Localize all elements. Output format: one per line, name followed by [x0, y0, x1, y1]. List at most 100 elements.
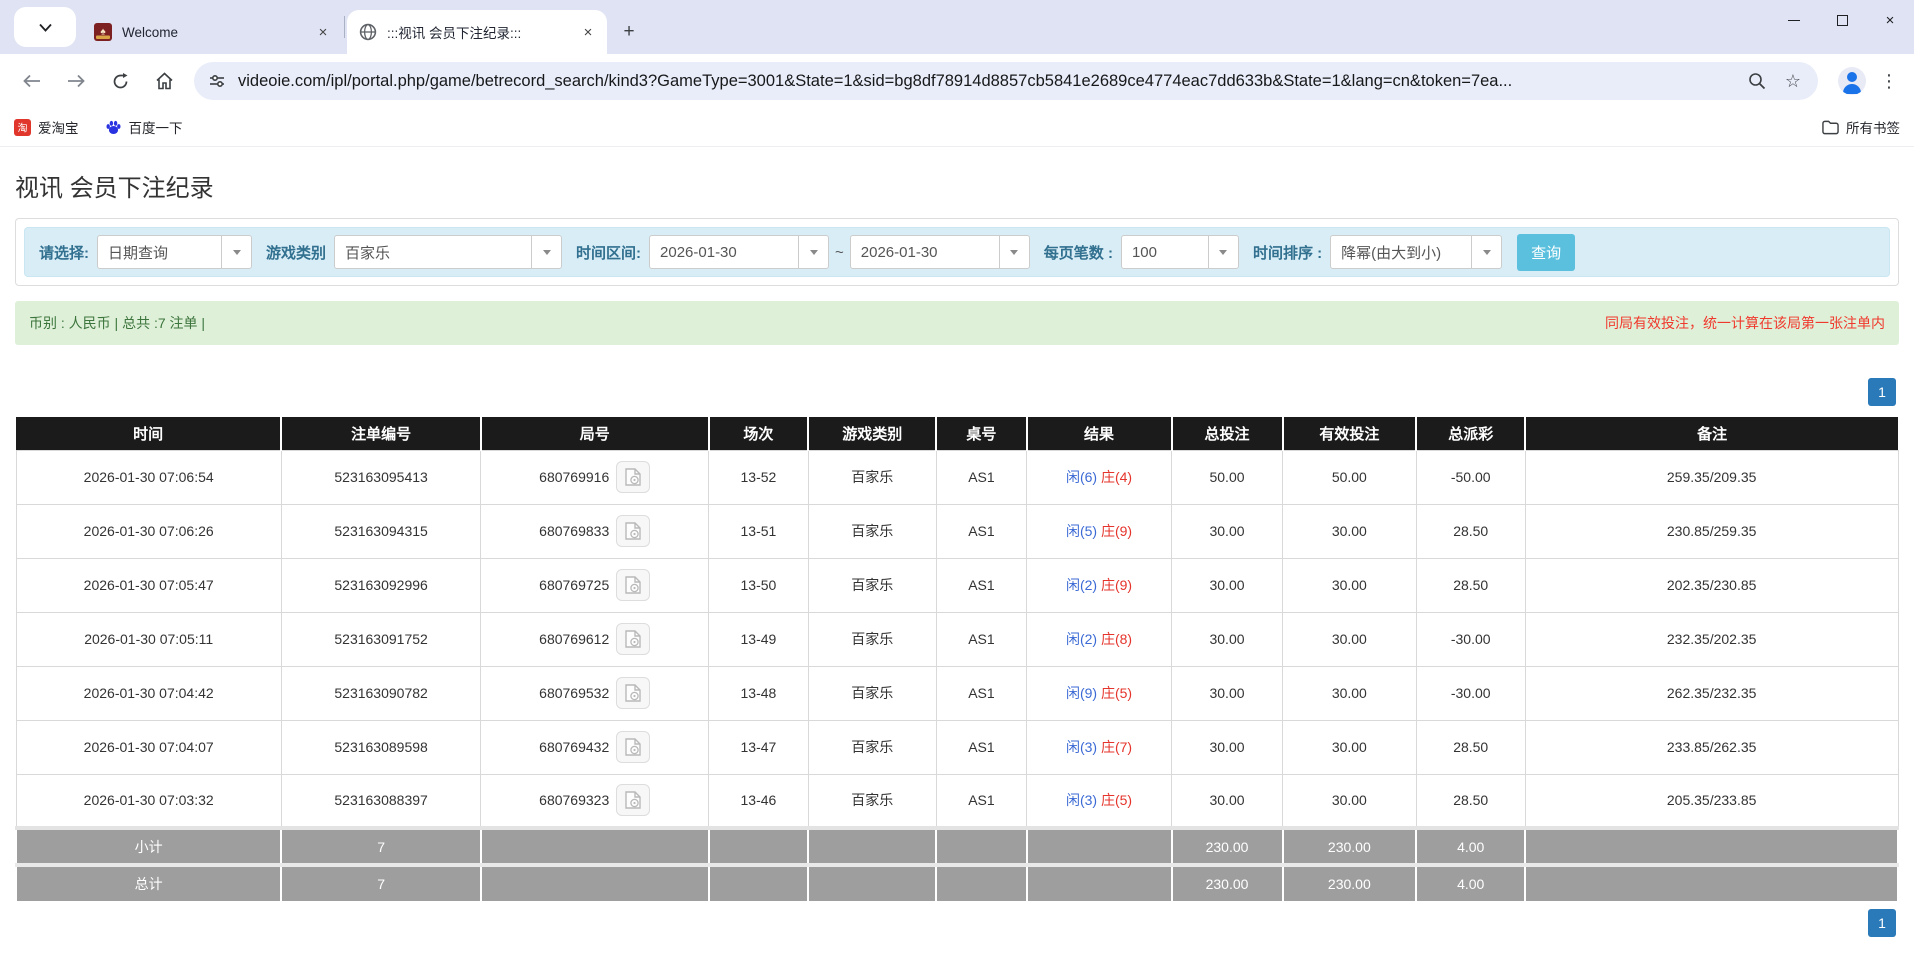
cell-remark: 262.35/232.35: [1525, 666, 1898, 720]
currency-total-text: 币别 : 人民币 | 总共 :7 注单 |: [29, 313, 205, 333]
zoom-page-button[interactable]: [1744, 68, 1770, 94]
date-range-label: 时间区间:: [576, 242, 641, 263]
round-number-text: 680769323: [539, 792, 609, 808]
table-row: 2026-01-30 07:05:11523163091752680769612…: [16, 612, 1898, 666]
cell-total-bet[interactable]: 30.00: [1172, 612, 1283, 666]
chevron-down-icon[interactable]: [531, 236, 561, 268]
column-header: 桌号: [936, 417, 1026, 450]
page-content: 视讯 会员下注纪录 请选择: 日期查询 游戏类别 百家乐 时间区间: 2026-…: [0, 168, 1914, 937]
chevron-down-icon[interactable]: [1471, 236, 1501, 268]
video-film-icon: [625, 738, 641, 756]
cell-session: 13-46: [709, 774, 809, 828]
cell-valid-bet: 30.00: [1283, 720, 1417, 774]
cell-result: 闲(3) 庄(5): [1027, 774, 1172, 828]
cell-payout: 28.50: [1416, 504, 1525, 558]
date-from-select[interactable]: 2026-01-30: [649, 235, 829, 269]
round-number-text: 680769833: [539, 523, 609, 539]
browser-tab-betrecord[interactable]: :::视讯 会员下注纪录::: ×: [347, 10, 607, 54]
cell-total-bet[interactable]: 30.00: [1172, 720, 1283, 774]
time-sort-select[interactable]: 降幂(由大到小): [1330, 235, 1502, 269]
pagination-page-1-button[interactable]: 1: [1868, 378, 1896, 406]
browser-tab-welcome[interactable]: ♠ Welcome ×: [82, 10, 342, 54]
video-film-icon: [625, 576, 641, 594]
site-settings-tune-icon[interactable]: [206, 70, 228, 92]
cell-bet-number: 523163089598: [281, 720, 480, 774]
reload-button[interactable]: [101, 62, 139, 100]
video-replay-button[interactable]: [616, 569, 650, 601]
table-row: 2026-01-30 07:06:54523163095413680769916…: [16, 450, 1898, 504]
column-header: 总投注: [1172, 417, 1283, 450]
cell-total-bet[interactable]: 30.00: [1172, 666, 1283, 720]
chevron-down-icon[interactable]: [1208, 236, 1238, 268]
cell-bet-number: 523163092996: [281, 558, 480, 612]
forward-button[interactable]: [57, 62, 95, 100]
home-button[interactable]: [145, 62, 183, 100]
video-replay-button[interactable]: [616, 784, 650, 816]
cell-total-bet[interactable]: 30.00: [1172, 504, 1283, 558]
back-arrow-icon: [23, 74, 41, 88]
maximize-icon: [1837, 15, 1848, 26]
round-number-text: 680769916: [539, 469, 609, 485]
cell-total-bet[interactable]: 30.00: [1172, 774, 1283, 828]
baidu-paw-icon: [105, 119, 122, 136]
browser-toolbar: videoie.com/ipl/portal.php/game/betrecor…: [0, 54, 1914, 108]
cell-round-number: 680769432: [481, 720, 709, 774]
video-replay-button[interactable]: [616, 515, 650, 547]
summary-cell-0: 小计: [16, 828, 281, 865]
summary-cell-1: 7: [281, 828, 480, 865]
summary-cell-10: [1525, 828, 1898, 865]
chevron-down-icon[interactable]: [221, 236, 251, 268]
tab-search-chevron-button[interactable]: [14, 7, 76, 47]
per-page-value: 100: [1122, 244, 1208, 261]
result-player: 闲(9): [1066, 685, 1097, 701]
cell-total-bet[interactable]: 30.00: [1172, 558, 1283, 612]
window-minimize-button[interactable]: [1770, 0, 1818, 40]
query-type-select[interactable]: 日期查询: [97, 235, 252, 269]
window-close-button[interactable]: ×: [1866, 0, 1914, 40]
summary-cell-4: [808, 828, 936, 865]
cell-total-bet[interactable]: 50.00: [1172, 450, 1283, 504]
chevron-down-icon[interactable]: [798, 236, 828, 268]
tab-close-icon[interactable]: ×: [579, 23, 597, 41]
cell-payout: 28.50: [1416, 558, 1525, 612]
per-page-select[interactable]: 100: [1121, 235, 1239, 269]
cell-result: 闲(5) 庄(9): [1027, 504, 1172, 558]
chevron-down-icon[interactable]: [999, 236, 1029, 268]
result-player: 闲(5): [1066, 523, 1097, 539]
browser-menu-button[interactable]: ⋮: [1874, 66, 1904, 96]
cell-table-number: AS1: [936, 612, 1026, 666]
cell-valid-bet: 30.00: [1283, 666, 1417, 720]
video-replay-button[interactable]: [616, 731, 650, 763]
cell-bet-number: 523163095413: [281, 450, 480, 504]
profile-avatar-button[interactable]: [1838, 67, 1866, 95]
bookmark-baidu[interactable]: 百度一下: [105, 117, 183, 137]
bookmark-star-button[interactable]: ☆: [1780, 68, 1806, 94]
cell-game-type: 百家乐: [808, 504, 936, 558]
date-to-select[interactable]: 2026-01-30: [850, 235, 1030, 269]
column-header: 场次: [709, 417, 809, 450]
cell-payout: 28.50: [1416, 720, 1525, 774]
date-to-value: 2026-01-30: [851, 244, 999, 261]
cell-table-number: AS1: [936, 774, 1026, 828]
all-bookmarks-button[interactable]: 所有书签: [1822, 117, 1900, 137]
new-tab-button[interactable]: +: [615, 18, 643, 46]
video-replay-button[interactable]: [616, 623, 650, 655]
search-button[interactable]: 查询: [1517, 234, 1575, 271]
cell-round-number: 680769532: [481, 666, 709, 720]
video-replay-button[interactable]: [616, 461, 650, 493]
home-icon: [155, 72, 174, 90]
back-button[interactable]: [13, 62, 51, 100]
video-replay-button[interactable]: [616, 677, 650, 709]
bookmark-aitaobao[interactable]: 淘 爱淘宝: [14, 117, 79, 137]
pagination-page-1-button[interactable]: 1: [1868, 909, 1896, 937]
tab-close-icon[interactable]: ×: [314, 23, 332, 41]
window-maximize-button[interactable]: [1818, 0, 1866, 40]
url-bar[interactable]: videoie.com/ipl/portal.php/game/betrecor…: [194, 62, 1818, 100]
cell-result: 闲(3) 庄(7): [1027, 720, 1172, 774]
svg-text:淘: 淘: [18, 121, 28, 134]
summary-cell-10: [1525, 865, 1898, 902]
summary-cell-3: [709, 865, 809, 902]
game-type-select[interactable]: 百家乐: [334, 235, 562, 269]
page-title: 视讯 会员下注纪录: [15, 168, 1899, 203]
reload-icon: [112, 73, 129, 90]
